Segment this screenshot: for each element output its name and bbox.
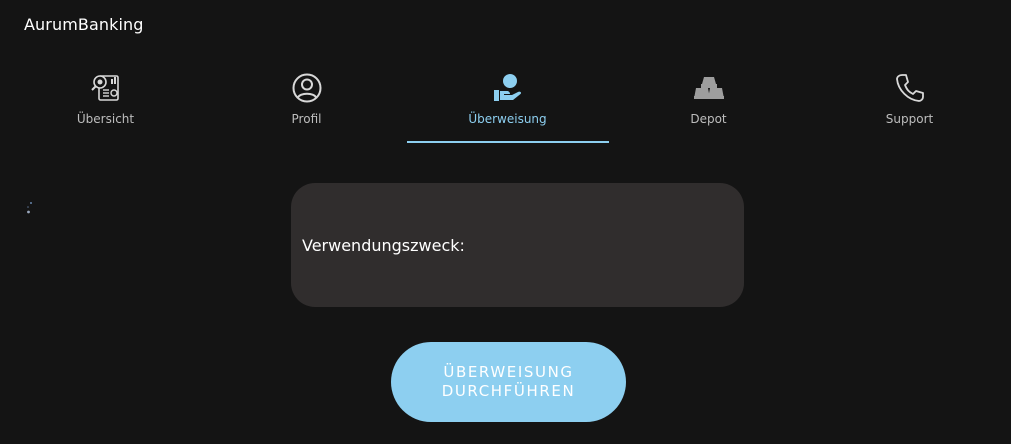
tab-label: Support xyxy=(885,112,934,126)
active-tab-indicator xyxy=(407,141,609,143)
app-window: AurumBanking Übersicht Profil Überweisun… xyxy=(0,0,1011,444)
tab-depot[interactable]: Depot xyxy=(608,62,809,144)
dashboard-report-icon xyxy=(90,72,122,104)
tab-uebersicht[interactable]: Übersicht xyxy=(5,62,206,144)
tab-label: Depot xyxy=(690,112,727,126)
purpose-label: Verwendungszweck: xyxy=(302,236,465,255)
tab-label: Übersicht xyxy=(76,112,135,126)
tab-ueberweisung[interactable]: Überweisung xyxy=(407,62,608,144)
hand-money-transfer-icon xyxy=(492,72,524,104)
submit-label-line1: ÜBERWEISUNG xyxy=(443,363,574,381)
user-circle-icon xyxy=(291,72,323,104)
submit-label-line2: DURCHFÜHREN xyxy=(441,382,576,400)
decorative-dots xyxy=(26,201,34,217)
purpose-field-card[interactable]: Verwendungszweck: xyxy=(291,183,744,307)
tab-profil[interactable]: Profil xyxy=(206,62,407,144)
tab-label: Überweisung xyxy=(468,112,547,126)
app-title: AurumBanking xyxy=(24,15,144,34)
tab-support[interactable]: Support xyxy=(809,62,1010,144)
submit-transfer-button[interactable]: ÜBERWEISUNG DURCHFÜHREN xyxy=(391,342,626,422)
phone-icon xyxy=(894,72,926,104)
tab-label: Profil xyxy=(291,112,322,126)
gold-bars-icon xyxy=(693,72,725,104)
main-tab-bar: Übersicht Profil Überweisung Depot Suppo… xyxy=(5,62,1011,144)
